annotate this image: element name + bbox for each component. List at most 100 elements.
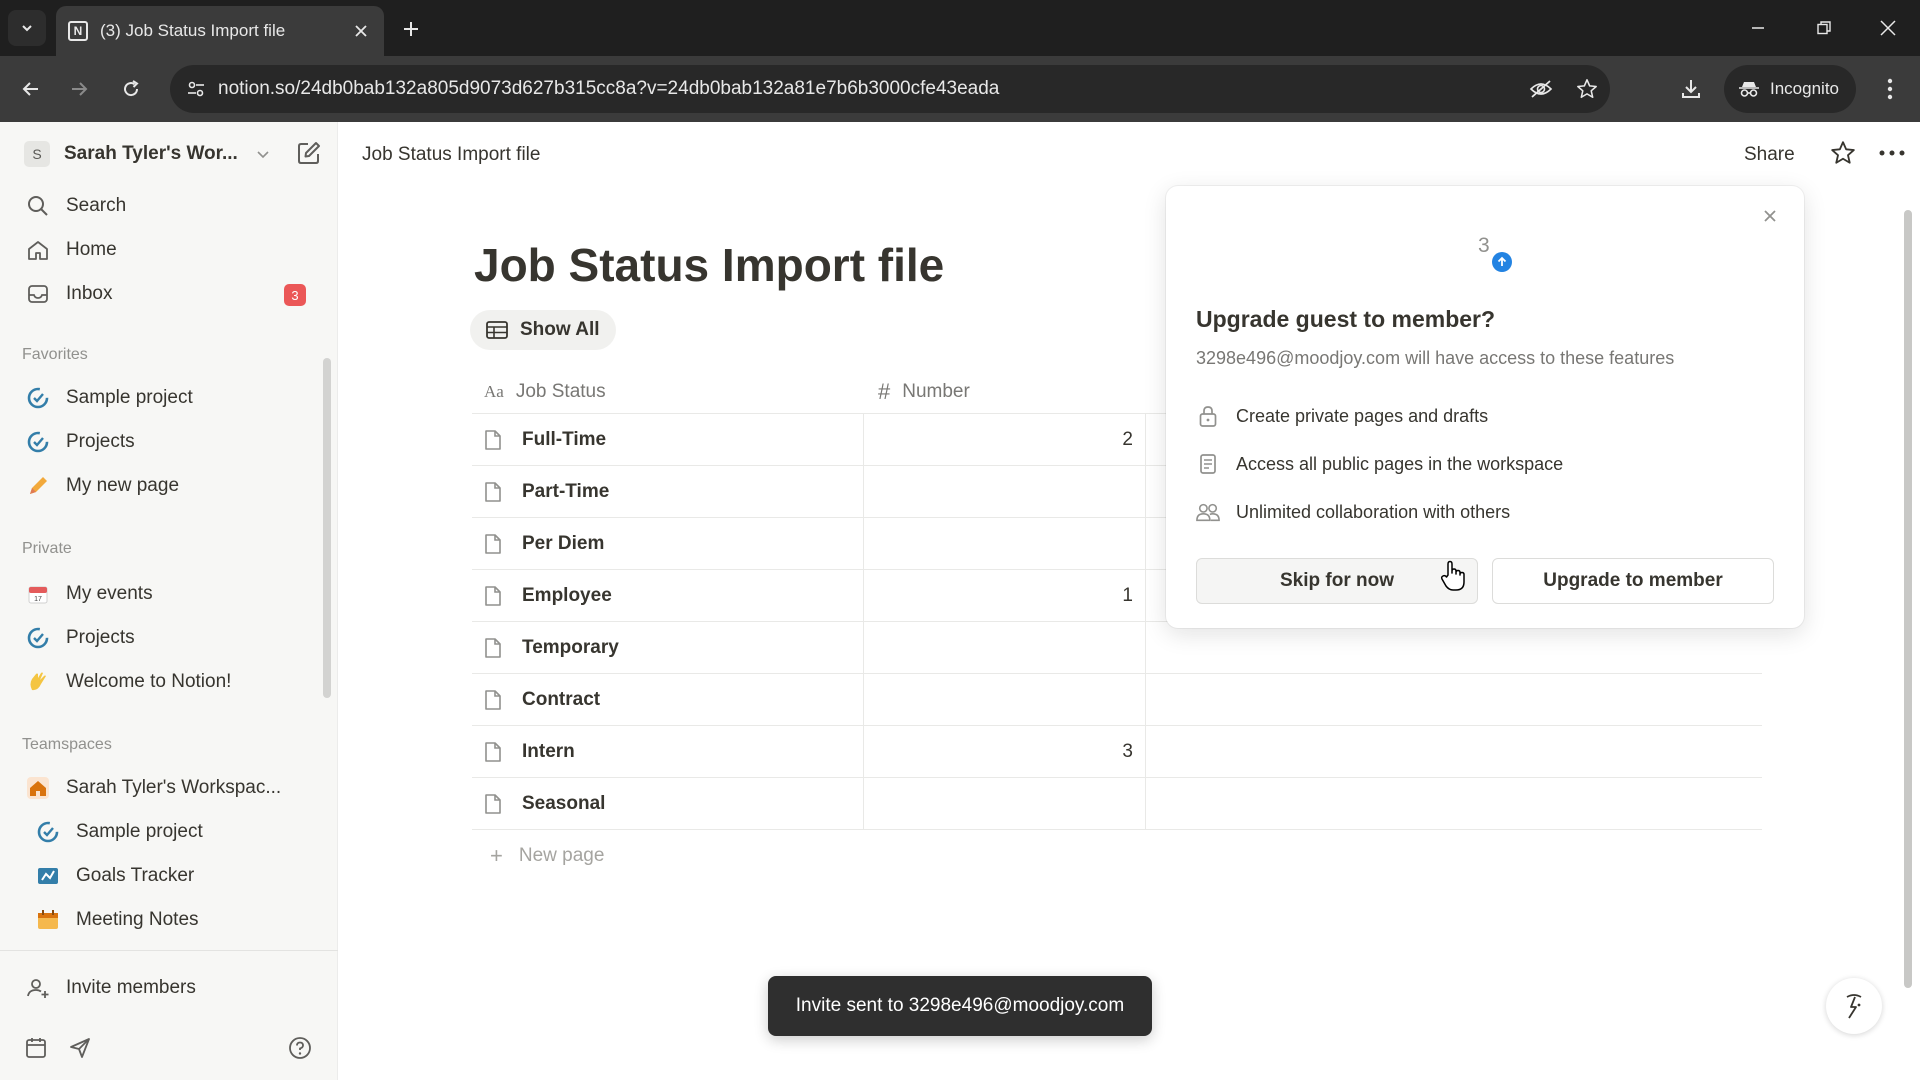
help-circle-icon (289, 1037, 311, 1059)
number-cell[interactable] (864, 517, 1146, 570)
svg-text:17: 17 (34, 596, 42, 603)
address-bar[interactable]: notion.so/24db0bab132a805d9073d627b315cc… (170, 65, 1610, 113)
table-row[interactable]: Intern 3 (472, 725, 1762, 778)
main-scrollbar[interactable] (1902, 192, 1914, 992)
browser-menu-button[interactable] (1878, 74, 1902, 104)
browser-tab[interactable]: N (3) Job Status Import file (56, 6, 384, 56)
job-status-cell[interactable]: Part-Time (472, 465, 864, 518)
share-button[interactable]: Share (1744, 144, 1795, 166)
browser-tab-bar: N (3) Job Status Import file (0, 0, 1920, 56)
view-tab-show-all[interactable]: Show All (470, 310, 616, 350)
skip-for-now-button[interactable]: Skip for now (1196, 558, 1478, 604)
number-cell[interactable]: 3 (864, 725, 1146, 778)
number-cell[interactable] (864, 465, 1146, 518)
browser-toolbar: notion.so/24db0bab132a805d9073d627b315cc… (0, 56, 1920, 122)
sidebar-item-my-new-page[interactable]: My new page (12, 466, 326, 506)
teamspaces-section-title[interactable]: Teamspaces (22, 736, 112, 754)
column-header-number[interactable]: # Number (864, 379, 1146, 405)
favorite-button[interactable] (1830, 140, 1856, 171)
row-title: Employee (522, 584, 612, 606)
sidebar-item-teamspace[interactable]: Sarah Tyler's Workspac... (12, 768, 326, 808)
sidebar-item-goals-tracker[interactable]: Goals Tracker (12, 856, 326, 896)
sidebar-item-projects-private[interactable]: Projects (12, 618, 326, 658)
plus-icon (404, 22, 418, 36)
upgrade-to-member-button[interactable]: Upgrade to member (1492, 558, 1774, 604)
sidebar-item-sample-project[interactable]: Sample project (12, 378, 326, 418)
bookmark-button[interactable] (1564, 78, 1610, 100)
reload-button[interactable] (116, 74, 146, 104)
window-close-button[interactable] (1866, 10, 1910, 46)
page-title[interactable]: Job Status Import file (474, 238, 944, 292)
main-scrollbar-thumb[interactable] (1904, 210, 1912, 988)
minimize-icon (1752, 27, 1764, 29)
number-cell[interactable]: 2 (864, 413, 1146, 466)
sidebar-item-label: Meeting Notes (76, 909, 199, 930)
incognito-indicator[interactable]: Incognito (1724, 65, 1856, 113)
page-more-button[interactable] (1878, 140, 1906, 171)
row-title: Contract (522, 688, 601, 710)
updates-button[interactable] (64, 1032, 96, 1064)
number-cell[interactable]: 1 (864, 569, 1146, 622)
sidebar-scrollbar-thumb[interactable] (323, 358, 331, 698)
meeting-icon (38, 910, 58, 929)
tab-search-button[interactable] (8, 10, 46, 46)
sidebar-item-inbox[interactable]: Inbox 3 (12, 274, 326, 314)
new-page-button[interactable] (296, 140, 322, 171)
job-status-cell[interactable]: Full-Time (472, 413, 864, 466)
sidebar-scrollbar[interactable] (321, 342, 331, 942)
favorites-section-title[interactable]: Favorites (22, 346, 88, 364)
job-status-cell[interactable]: Employee (472, 569, 864, 622)
row-title: Full-Time (522, 428, 607, 450)
address-bar-actions (1518, 65, 1610, 113)
compose-icon (298, 142, 320, 164)
templates-button[interactable] (20, 1032, 52, 1064)
restore-button[interactable] (1802, 10, 1846, 46)
sidebar-item-sample-project-team[interactable]: Sample project (12, 812, 326, 852)
upgrade-guest-dialog: 3 Upgrade guest to member? 3298e496@mood… (1166, 186, 1804, 628)
url-text[interactable]: notion.so/24db0bab132a805d9073d627b315cc… (218, 78, 999, 100)
job-status-cell[interactable]: Temporary (472, 621, 864, 674)
job-status-cell[interactable]: Seasonal (472, 777, 864, 830)
forward-button[interactable] (64, 74, 94, 104)
sidebar-item-welcome[interactable]: Welcome to Notion! (12, 662, 326, 702)
tab-close-button[interactable] (350, 20, 372, 42)
breadcrumb[interactable]: Job Status Import file (362, 144, 540, 166)
feature-item: Unlimited collaboration with others (1196, 500, 1510, 524)
new-tab-button[interactable] (396, 14, 426, 44)
help-button[interactable] (284, 1032, 316, 1064)
downloads-button[interactable] (1676, 74, 1706, 104)
dialog-close-button[interactable] (1756, 202, 1784, 230)
new-page-row[interactable]: + New page (472, 830, 1762, 882)
job-status-cell[interactable]: Intern (472, 725, 864, 778)
job-status-cell[interactable]: Per Diem (472, 517, 864, 570)
sidebar-item-meeting-notes[interactable]: Meeting Notes (12, 900, 326, 940)
table-row[interactable]: Seasonal (472, 777, 1762, 830)
table-row[interactable]: Contract (472, 673, 1762, 726)
sidebar-item-projects[interactable]: Projects (12, 422, 326, 462)
private-section-title[interactable]: Private (22, 540, 72, 558)
invite-members-label: Invite members (66, 977, 196, 998)
tracking-protection-button[interactable] (1518, 79, 1564, 99)
workspace-switcher[interactable]: S Sarah Tyler's Wor... (12, 134, 326, 174)
number-cell[interactable] (864, 673, 1146, 726)
number-cell[interactable] (864, 621, 1146, 674)
page-icon (484, 792, 504, 816)
sidebar-item-home[interactable]: Home (12, 230, 326, 270)
sidebar-item-search[interactable]: Search (12, 186, 326, 226)
minimize-button[interactable] (1736, 10, 1780, 46)
column-header-job-status[interactable]: Aa Job Status (472, 381, 864, 403)
invite-members-button[interactable]: Invite members (12, 968, 326, 1008)
feature-item: Access all public pages in the workspace (1196, 452, 1563, 476)
job-status-cell[interactable]: Contract (472, 673, 864, 726)
wave-icon (30, 672, 46, 691)
number-cell[interactable] (864, 777, 1146, 830)
feature-label: Access all public pages in the workspace (1236, 453, 1564, 474)
site-info-button[interactable] (182, 75, 210, 103)
back-button[interactable] (16, 74, 46, 104)
sidebar-item-my-events[interactable]: 17 My events (12, 574, 326, 614)
page-icon (484, 428, 504, 452)
close-icon (1764, 210, 1776, 222)
table-row[interactable]: Temporary (472, 621, 1762, 674)
add-person-icon (27, 979, 49, 998)
notion-ai-button[interactable] (1826, 978, 1882, 1034)
